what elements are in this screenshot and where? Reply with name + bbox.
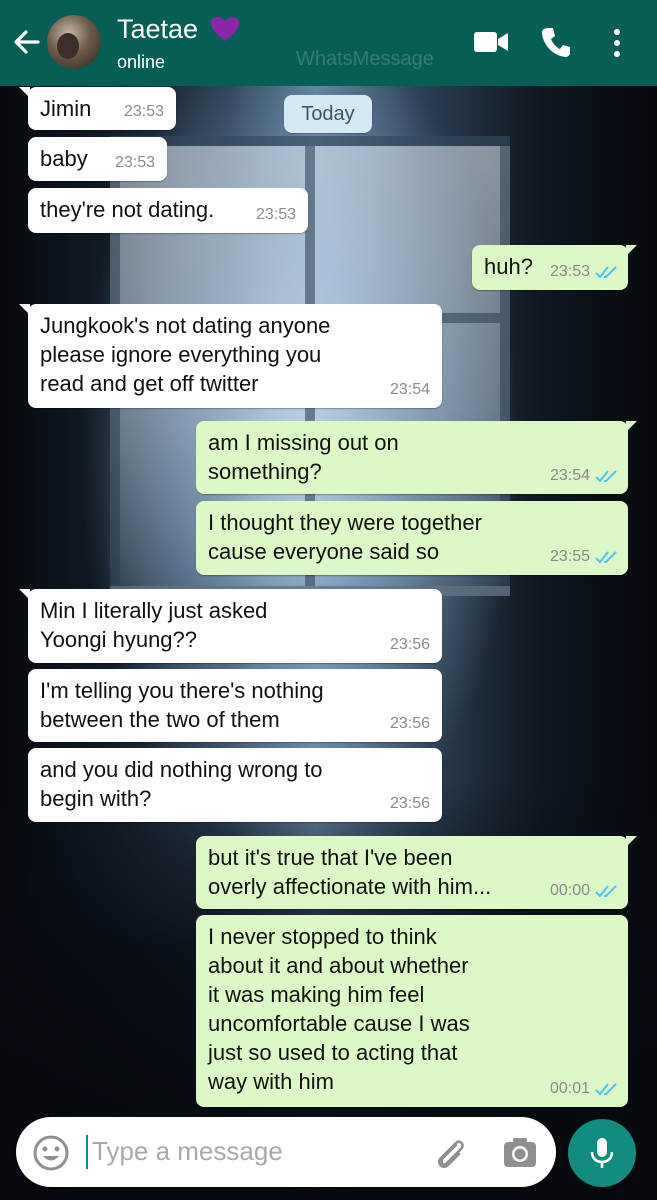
avatar[interactable] — [47, 15, 101, 69]
message-time: 23:56 — [389, 715, 430, 732]
mic-icon — [590, 1138, 614, 1168]
paperclip-icon[interactable] — [432, 1135, 468, 1171]
double-check-icon — [595, 470, 617, 483]
camera-icon[interactable] — [502, 1135, 538, 1169]
message-bubble-outgoing[interactable]: I thought they were together cause every… — [196, 501, 628, 575]
message-time: 23:56 — [389, 636, 430, 653]
contact-name[interactable]: Taetae — [117, 14, 198, 45]
message-bubble-incoming[interactable]: and you did nothing wrong to begin with?… — [28, 748, 442, 822]
message-text: Min I literally just asked Yoongi hyung?… — [40, 598, 268, 652]
message-bubble-outgoing[interactable]: but it's true that I've been overly affe… — [196, 836, 637, 909]
purple-heart-icon — [211, 17, 239, 41]
contact-status: online — [117, 52, 166, 72]
message-text: I'm telling you there's nothing between … — [40, 678, 324, 732]
message-time: 23:53 — [114, 154, 155, 171]
double-check-icon — [595, 266, 617, 279]
message-time: 23:53 — [549, 263, 590, 280]
message-bubble-outgoing[interactable]: am I missing out on something? 23:54 — [196, 421, 637, 494]
phone-icon[interactable] — [541, 26, 571, 58]
emoji-icon[interactable] — [32, 1134, 70, 1172]
date-chip: Today — [284, 95, 372, 133]
message-time: 23:56 — [389, 795, 430, 812]
message-time: 23:53 — [255, 206, 296, 223]
mic-button[interactable] — [568, 1119, 636, 1187]
message-text: Jungkook's not dating anyone please igno… — [40, 313, 331, 396]
watermark: WhatsMessage — [296, 48, 434, 70]
message-text: I never stopped to think about it and ab… — [208, 924, 470, 1094]
text-caret — [86, 1135, 88, 1169]
message-bubble-outgoing[interactable]: huh? 23:53 — [472, 245, 637, 290]
message-bubble-incoming[interactable]: Jungkook's not dating anyone please igno… — [19, 304, 442, 408]
double-check-icon — [595, 1083, 617, 1096]
message-bubble-incoming[interactable]: they're not dating. 23:53 — [28, 188, 308, 233]
double-check-icon — [595, 551, 617, 564]
message-time: 23:54 — [549, 467, 590, 484]
message-input-bar: Type a message — [16, 1117, 556, 1187]
message-input[interactable]: Type a message — [92, 1136, 283, 1167]
message-time: 00:00 — [549, 882, 590, 899]
arrow-back-icon[interactable] — [12, 26, 40, 58]
video-call-icon[interactable] — [473, 30, 509, 54]
message-time: 23:53 — [123, 103, 164, 120]
message-bubble-incoming[interactable]: Jimin 23:53 — [19, 87, 176, 130]
chat-header: Taetae online WhatsMessage — [0, 0, 657, 86]
message-text: and you did nothing wrong to begin with? — [40, 757, 323, 811]
message-bubble-incoming[interactable]: baby 23:53 — [28, 137, 167, 181]
message-time: 23:54 — [389, 381, 430, 398]
message-bubble-incoming[interactable]: Min I literally just asked Yoongi hyung?… — [19, 589, 442, 663]
message-time: 23:55 — [549, 548, 590, 565]
message-bubble-outgoing[interactable]: I never stopped to think about it and ab… — [196, 915, 628, 1107]
double-check-icon — [595, 885, 617, 898]
message-bubble-incoming[interactable]: I'm telling you there's nothing between … — [28, 669, 442, 742]
more-vert-icon[interactable] — [610, 28, 624, 58]
message-time: 00:01 — [549, 1080, 590, 1097]
